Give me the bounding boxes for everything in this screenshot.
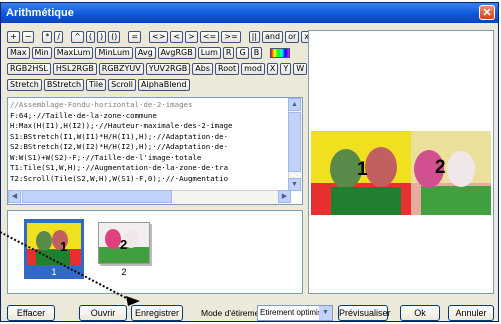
scroll-right-icon[interactable]: ▶ bbox=[278, 190, 291, 203]
toolbar-button-row2-6[interactable]: Lum bbox=[197, 47, 221, 59]
toolbar-button-row4-2[interactable]: Tile bbox=[86, 79, 107, 91]
toolbar-button-row2-7[interactable]: R bbox=[222, 47, 235, 59]
ouvrir-button[interactable]: Ouvrir bbox=[79, 305, 127, 321]
horizontal-scroll-thumb[interactable] bbox=[22, 190, 172, 203]
toolbar-button-row2-2[interactable]: MaxLum bbox=[53, 47, 94, 59]
toolbar-button-row1-7[interactable]: () bbox=[108, 31, 121, 43]
toolbar-button-row1-2[interactable]: * bbox=[42, 31, 53, 43]
toolbar-button-row1-9[interactable]: <> bbox=[149, 31, 169, 43]
toolbar-button-row1-4[interactable]: ^ bbox=[71, 31, 84, 43]
toolbar-button-row3-0[interactable]: RGB2HSL bbox=[7, 63, 51, 75]
toolbar-button-row3-2[interactable]: RGBZYUV bbox=[98, 63, 144, 75]
title-bar[interactable]: Arithmétique ✕ bbox=[1, 3, 498, 23]
toolbar-button-row1-10[interactable]: < bbox=[170, 31, 184, 43]
toolbar-button-row2-8[interactable]: G bbox=[236, 47, 249, 59]
toolbar-button-row1-8[interactable]: = bbox=[128, 31, 142, 43]
toolbar-button-row2-1[interactable]: Min bbox=[31, 47, 52, 59]
toolbar-button-row2-9[interactable]: B bbox=[250, 47, 263, 59]
toolbar-button-row4-4[interactable]: AlphaBlend bbox=[138, 79, 190, 91]
vertical-scroll-thumb[interactable] bbox=[288, 112, 301, 172]
thumbnail-1-digit: 1 bbox=[60, 239, 68, 254]
toolbar-button-row1-11[interactable]: > bbox=[185, 31, 198, 43]
ok-button[interactable]: Ok bbox=[400, 305, 440, 321]
code-line[interactable]: F:64;·//Taille·de·la·zone·commune bbox=[10, 111, 290, 122]
code-line[interactable]: S2:BStretch(I2,W(I2)*H/H(I2),H);·//Adapt… bbox=[10, 142, 290, 153]
toolbar-button-row1-12[interactable]: <= bbox=[199, 31, 220, 43]
annuler-button[interactable]: Annuler bbox=[448, 305, 494, 321]
toolbar-button-row2-3[interactable]: MinLum bbox=[95, 47, 133, 59]
toolbar-button-row3-6[interactable]: mod bbox=[241, 63, 265, 75]
toolbar-button-row3-7[interactable]: X bbox=[266, 63, 279, 75]
toolbar-button-row1-14[interactable]: || bbox=[248, 31, 261, 43]
stretch-mode-value: Etirement optimisé bbox=[260, 308, 327, 317]
code-line[interactable]: W:W(S1)+W(S2)-F;·//Taille·de·l'image·tot… bbox=[10, 153, 290, 164]
toolbar-button-row2-5[interactable]: AvgRGB bbox=[157, 47, 196, 59]
effacer-button[interactable]: Effacer bbox=[7, 305, 55, 321]
vertical-scrollbar[interactable]: ▲ ▼ bbox=[288, 98, 302, 191]
code-line[interactable]: H:Max(H(I1),H(I2));·//Hauteur·maximale·d… bbox=[10, 121, 290, 132]
code-line[interactable]: S1:BStretch(I1,W(I1)*H/H(I1),H);·//Adapt… bbox=[10, 132, 290, 143]
thumbnail-2-caption: 2 bbox=[121, 267, 127, 277]
toolbar-button-row1-16[interactable]: or bbox=[285, 31, 300, 43]
toolbar-button-row1-0[interactable]: + bbox=[7, 31, 20, 43]
enregistrer-button[interactable]: Enregistrer bbox=[131, 305, 183, 321]
thumbnail-1[interactable]: 1 1 bbox=[24, 219, 84, 279]
preview-panel: 1 2 bbox=[308, 30, 494, 294]
toolbar-button-row1-3[interactable]: / bbox=[54, 31, 64, 43]
preview-label-1: 1 bbox=[357, 159, 368, 180]
toolbar-button-row1-6[interactable]: ) bbox=[96, 31, 107, 43]
toolbar-button-row4-0[interactable]: Stretch bbox=[7, 79, 42, 91]
horizontal-scrollbar[interactable]: ◀ ▶ bbox=[8, 190, 291, 204]
toolbar-button-row1-1[interactable]: − bbox=[21, 31, 35, 43]
toolbar-button-row3-9[interactable]: W bbox=[293, 63, 308, 75]
toolbar-button-row1-13[interactable]: >= bbox=[221, 31, 241, 43]
previsualiser-button[interactable]: Prévisualiser bbox=[338, 305, 391, 321]
toolbar-button-row4-1[interactable]: BStretch bbox=[43, 79, 85, 91]
toolbar-button-row3-8[interactable]: Y bbox=[280, 63, 292, 75]
scroll-up-icon[interactable]: ▲ bbox=[288, 98, 301, 111]
arithmetic-dialog: Arithmétique ✕ + − * / ^()() = <> < > <= >= || and or… bbox=[0, 2, 499, 322]
scroll-left-icon[interactable]: ◀ bbox=[8, 190, 21, 203]
thumbnail-1-caption: 1 bbox=[51, 267, 57, 277]
close-button[interactable]: ✕ bbox=[479, 5, 495, 20]
bottom-bar: Effacer Ouvrir Enregistrer Mode d'étirem… bbox=[1, 305, 500, 321]
toolbar-button-row3-1[interactable]: HSL2RGB bbox=[52, 63, 97, 75]
toolbar-button-row1-5[interactable]: ( bbox=[85, 31, 95, 43]
code-line[interactable]: T1:Tile(S1,W,H);·//Augmentation·de·la·zo… bbox=[10, 163, 290, 174]
code-line[interactable]: T2:Scroll(Tile(S2,W,H),W(S1)-F,0);·//·Au… bbox=[10, 174, 290, 185]
toolbar-button-row2-0[interactable]: Max bbox=[7, 47, 30, 59]
code-line[interactable]: //Assemblage·Fondu·horizontal·de·2·image… bbox=[10, 100, 290, 111]
transform-button-row: Stretch BStretch Tile Scroll AlphaBlend bbox=[7, 79, 190, 91]
conversion-button-row: RGB2HSL HSL2RGB RGBZYUV YUV2RGB Abs Root mod X Y… bbox=[7, 63, 322, 75]
toolbar-button-row2-4[interactable]: Avg bbox=[134, 47, 156, 59]
toolbar-button-row4-3[interactable]: Scroll bbox=[108, 79, 137, 91]
toolbar-button-row3-5[interactable]: Root bbox=[215, 63, 240, 75]
color-palette-icon[interactable] bbox=[270, 48, 291, 58]
image-thumbnail-panel: 1 1 2 2 bbox=[7, 210, 303, 294]
expression-editor[interactable]: //Assemblage·Fondu·horizontal·de·2·image… bbox=[7, 97, 303, 205]
thumbnail-2-digit: 2 bbox=[120, 237, 128, 252]
code-text[interactable]: //Assemblage·Fondu·horizontal·de·2·image… bbox=[10, 100, 290, 184]
thumbnail-1-image bbox=[27, 223, 81, 265]
toolbar-button-row3-3[interactable]: YUV2RGB bbox=[145, 63, 191, 75]
toolbar-button-row1-15[interactable]: and bbox=[262, 31, 284, 43]
window-title: Arithmétique bbox=[6, 7, 74, 19]
chevron-down-icon[interactable]: ▼ bbox=[319, 306, 332, 320]
function-button-row: Max Min MaxLum MinLum Avg AvgRGB Lum R G B bbox=[7, 47, 291, 59]
thumbnail-2[interactable]: 2 2 bbox=[94, 219, 154, 279]
toolbar-button-row3-4[interactable]: Abs bbox=[192, 63, 214, 75]
preview-image bbox=[311, 131, 491, 215]
operator-button-row: +−*/^()()=<><><=>=||andorxornot bbox=[7, 31, 342, 43]
stretch-mode-select[interactable]: Etirement optimisé ▼ bbox=[257, 305, 333, 321]
preview-label-2: 2 bbox=[435, 157, 446, 178]
